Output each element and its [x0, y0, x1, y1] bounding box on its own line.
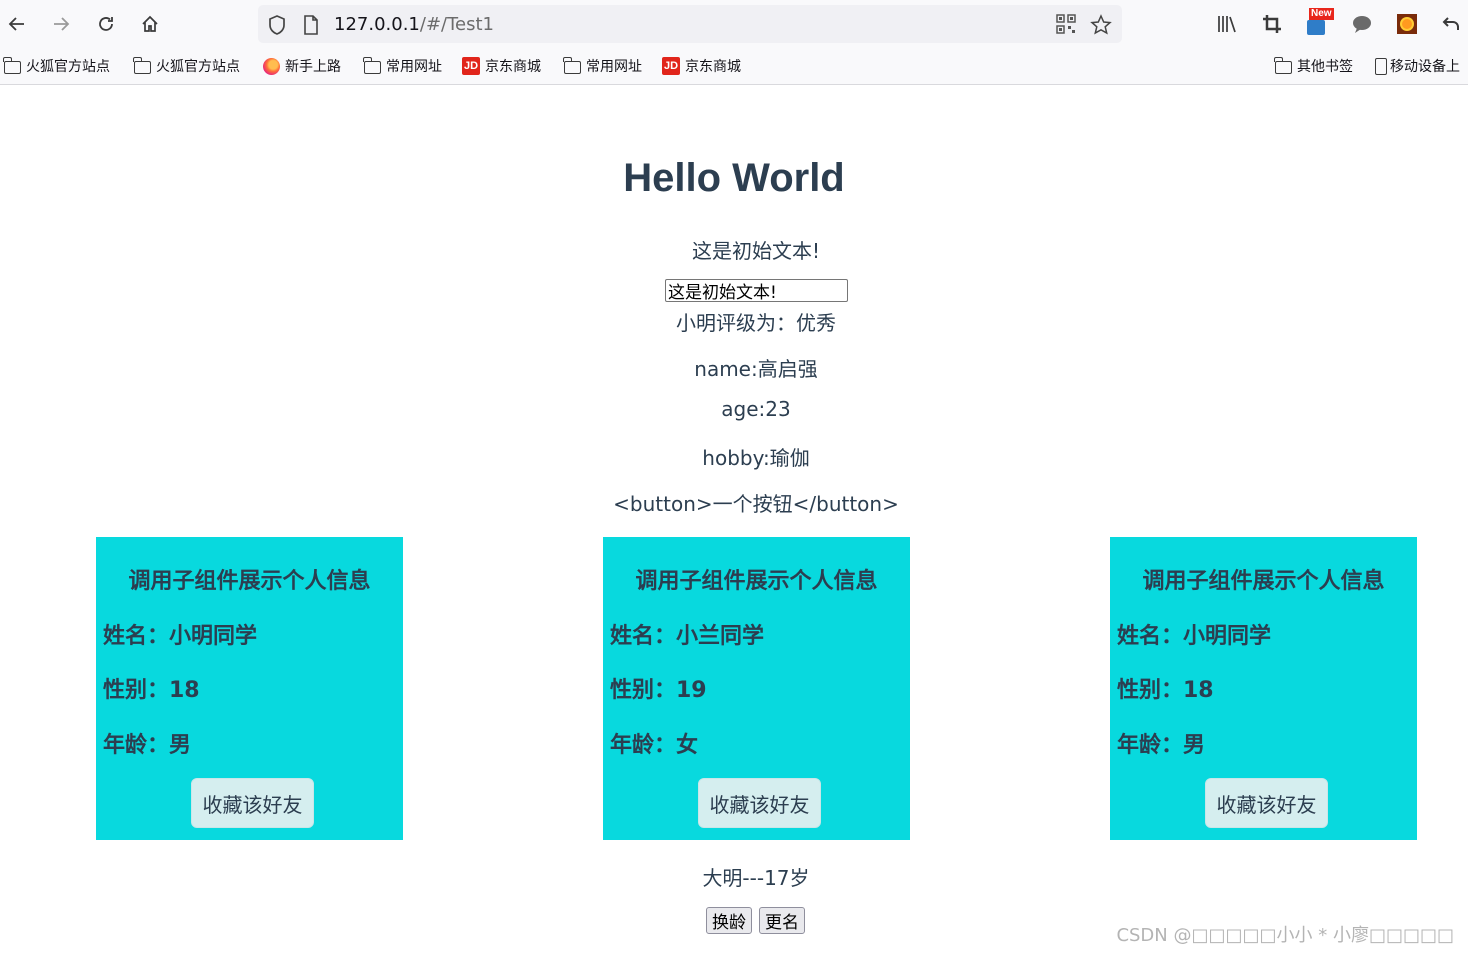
text-input[interactable]: [665, 279, 848, 302]
bookmark-other[interactable]: 其他书签: [1274, 56, 1353, 76]
card-name: 姓名：小明同学: [1117, 624, 1272, 649]
forward-arrow-icon[interactable]: [46, 9, 76, 39]
rename-button[interactable]: 更名: [759, 907, 805, 934]
qr-code-icon[interactable]: [1056, 14, 1078, 36]
bookmark-item[interactable]: 常用网址: [363, 56, 442, 76]
folder-icon: [1274, 57, 1292, 75]
bookmark-item[interactable]: 火狐官方站点: [133, 56, 240, 76]
page-title: Hello World: [623, 156, 845, 200]
person-summary: 大明---17岁: [702, 866, 810, 890]
raw-html-text: <button>一个按钮</button>: [613, 492, 899, 516]
card-title: 调用子组件展示个人信息: [635, 569, 878, 594]
shield-icon[interactable]: [266, 14, 288, 36]
card-title: 调用子组件展示个人信息: [128, 569, 371, 594]
bookmark-item[interactable]: 火狐官方站点: [3, 56, 110, 76]
reload-icon[interactable]: [91, 9, 121, 39]
chat-bubble-icon[interactable]: [1348, 10, 1376, 38]
favorite-friend-button[interactable]: 收藏该好友: [698, 778, 821, 828]
folder-icon: [133, 57, 151, 75]
browser-toolbar: 127.0.0.1/#/Test1 New: [0, 0, 1468, 48]
home-icon[interactable]: [135, 9, 165, 39]
person-card: 调用子组件展示个人信息 姓名：小明同学 性别：18 年龄：男 收藏该好友: [96, 537, 403, 840]
firefox-icon: [262, 57, 280, 75]
extension-sun-icon[interactable]: [1393, 10, 1421, 38]
undo-arrow-icon[interactable]: [1437, 10, 1465, 38]
card-name: 姓名：小明同学: [103, 624, 258, 649]
bookmark-item[interactable]: 新手上路: [262, 56, 341, 76]
favorite-friend-button[interactable]: 收藏该好友: [1205, 778, 1328, 828]
bookmarks-bar: 火狐官方站点 火狐官方站点 新手上路 常用网址 JD 京东商城 常用网址 JD …: [0, 48, 1468, 85]
change-age-button[interactable]: 换龄: [706, 907, 752, 934]
hobby-line: hobby:瑜伽: [702, 446, 810, 470]
jd-icon: JD: [462, 57, 480, 75]
extension-new-icon[interactable]: New: [1303, 8, 1334, 38]
favorite-friend-button[interactable]: 收藏该好友: [191, 778, 314, 828]
card-age: 年龄：男: [103, 733, 192, 758]
csdn-watermark: CSDN @□□□□□小小 * 小廖□□□□□: [1116, 925, 1454, 946]
folder-icon: [3, 57, 21, 75]
crop-screenshot-icon[interactable]: [1258, 10, 1286, 38]
url-text[interactable]: 127.0.0.1/#/Test1: [334, 14, 494, 35]
bookmark-star-icon[interactable]: [1090, 14, 1112, 36]
card-gender: 性别：19: [610, 678, 707, 703]
initial-text: 这是初始文本!: [691, 239, 821, 263]
url-bar[interactable]: 127.0.0.1/#/Test1: [258, 5, 1122, 43]
card-age: 年龄：男: [1117, 733, 1206, 758]
new-badge: New: [1309, 8, 1334, 20]
person-card: 调用子组件展示个人信息 姓名：小兰同学 性别：19 年龄：女 收藏该好友: [603, 537, 910, 840]
bookmark-mobile[interactable]: 移动设备上: [1374, 56, 1460, 76]
card-title: 调用子组件展示个人信息: [1142, 569, 1385, 594]
folder-icon: [563, 57, 581, 75]
person-card: 调用子组件展示个人信息 姓名：小明同学 性别：18 年龄：男 收藏该好友: [1110, 537, 1417, 840]
card-gender: 性别：18: [103, 678, 200, 703]
bookmark-item[interactable]: JD 京东商城: [662, 56, 741, 76]
name-line: name:高启强: [694, 357, 818, 381]
card-gender: 性别：18: [1117, 678, 1214, 703]
bookmark-item[interactable]: JD 京东商城: [462, 56, 541, 76]
back-arrow-icon[interactable]: [2, 9, 32, 39]
rating-text: 小明评级为：优秀: [676, 311, 836, 335]
library-icon[interactable]: [1213, 10, 1241, 38]
jd-icon: JD: [662, 57, 680, 75]
card-name: 姓名：小兰同学: [610, 624, 765, 649]
phone-icon: [1374, 57, 1388, 75]
folder-icon: [363, 57, 381, 75]
bookmark-item[interactable]: 常用网址: [563, 56, 642, 76]
age-line: age:23: [721, 397, 791, 421]
page-info-icon[interactable]: [300, 14, 322, 36]
card-age: 年龄：女: [610, 733, 699, 758]
